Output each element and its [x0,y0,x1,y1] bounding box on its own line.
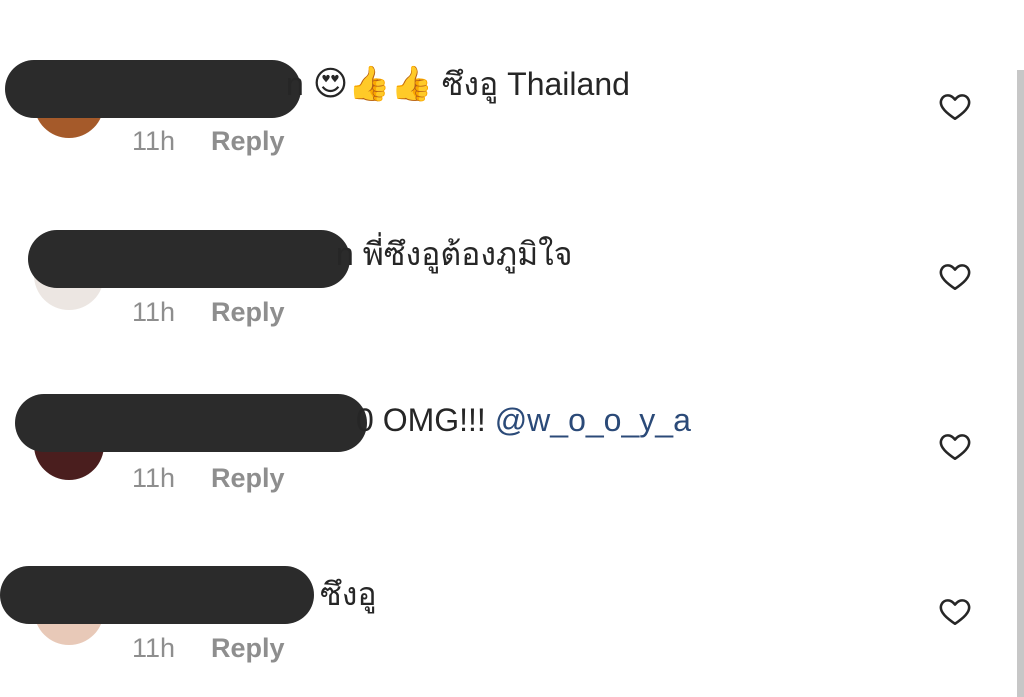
comment-fragment: n [336,236,354,272]
scrollbar[interactable] [1017,70,1024,697]
heart-icon [939,264,971,291]
comment-body: OMG!!! [373,402,495,438]
comment-meta: 11h Reply [132,296,285,328]
comment-fragment: 0 [356,402,374,438]
redacted-username [5,60,301,118]
comment-meta: 11h Reply [132,125,285,157]
comment-time: 11h [132,633,176,663]
like-button[interactable] [938,429,972,463]
comment-text: n 😍👍👍 ซึงอู Thailand [286,64,630,104]
comment-meta: 11h Reply [132,632,285,664]
redacted-username [0,566,314,624]
reply-button[interactable]: Reply [211,633,285,663]
like-button[interactable] [938,594,972,628]
like-button[interactable] [938,89,972,123]
like-button[interactable] [938,259,972,293]
reply-button[interactable]: Reply [211,126,285,156]
mention-link[interactable]: @w_o_o_y_a [495,402,691,438]
redacted-username [15,394,367,452]
comment-time: 11h [132,126,176,156]
emoji-sequence: 😍👍👍 [312,65,433,103]
heart-icon [939,434,971,461]
comment-fragment: n [286,66,304,102]
comment-item: n 😍👍👍 ซึงอู Thailand 11h Reply [0,40,1000,170]
comment-text: n พี่ซึงอูต้องภูมิใจ [336,234,573,274]
comment-meta: 11h Reply [132,462,285,494]
comment-time: 11h [132,297,176,327]
comment-body: พี่ซึงอูต้องภูมิใจ [353,236,573,272]
comment-text: ซึงอู [320,574,377,614]
comment-time: 11h [132,463,176,493]
reply-button[interactable]: Reply [211,463,285,493]
comment-body: ซึงอู [320,576,377,612]
comment-item: ซึงอู 11h Reply [0,550,1000,680]
comment-body: ซึงอู Thailand [432,66,630,102]
comment-item: n พี่ซึงอูต้องภูมิใจ 11h Reply [0,210,1000,340]
reply-button[interactable]: Reply [211,297,285,327]
redacted-username [28,230,350,288]
comment-item: 0 OMG!!! @w_o_o_y_a 11h Reply [0,380,1000,510]
heart-icon [939,94,971,121]
comment-text: 0 OMG!!! @w_o_o_y_a [356,400,691,440]
heart-icon [939,599,971,626]
